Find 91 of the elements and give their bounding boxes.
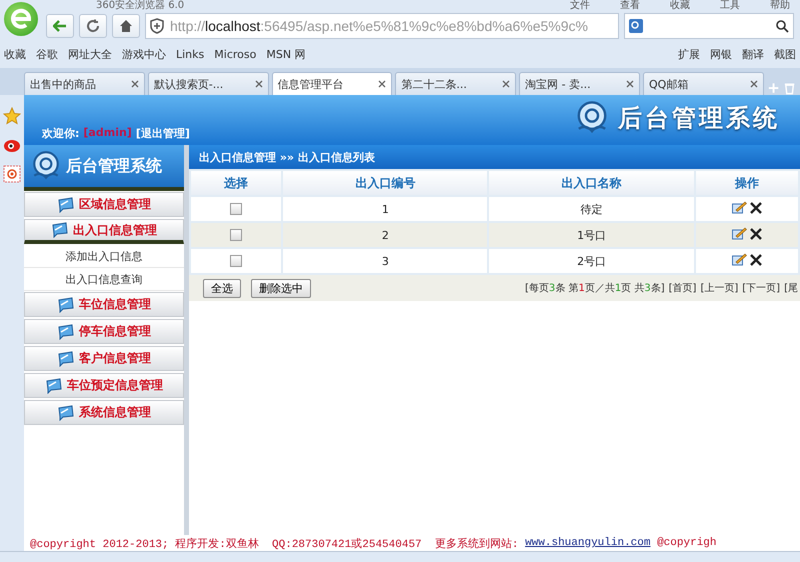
note-icon	[57, 404, 75, 420]
star-icon[interactable]	[3, 107, 21, 125]
search-field[interactable]	[624, 13, 794, 39]
username-label: [admin]	[83, 126, 132, 141]
bookmark-item[interactable]: 收藏	[4, 46, 26, 62]
menu-group-button[interactable]: 出入口信息管理	[24, 219, 184, 244]
bookmark-item[interactable]: MSN 网	[266, 46, 306, 62]
toolbar-item[interactable]: 截图	[774, 46, 796, 62]
home-button[interactable]	[112, 14, 140, 38]
toolbar-item[interactable]: 翻译	[742, 46, 764, 62]
table-cell: 2号口	[489, 249, 694, 273]
row-checkbox[interactable]	[230, 203, 242, 216]
toolbar-item[interactable]: 扩展	[678, 46, 700, 62]
pager-link[interactable]: [上一页]	[700, 281, 738, 295]
bookmark-item[interactable]: 游戏中心	[122, 46, 166, 62]
logout-link[interactable]: [退出管理]	[136, 126, 190, 141]
column-header: 出入口名称	[489, 171, 694, 195]
action-button[interactable]: 删除选中	[251, 278, 311, 298]
browser-tab[interactable]: 默认搜索页-...	[148, 72, 269, 95]
bookmark-item[interactable]: Microso	[214, 48, 256, 60]
note-icon	[51, 222, 69, 238]
back-arrow-icon	[53, 20, 67, 32]
address-field[interactable]: http://localhost:56495/asp.net%e5%81%9c%e8%bd%a6%e5%9c%	[145, 13, 619, 39]
note-icon	[57, 324, 75, 340]
delete-icon[interactable]	[750, 228, 762, 240]
browser-tab[interactable]: 信息管理平台	[272, 72, 392, 95]
menu-group-button[interactable]: 区域信息管理	[24, 192, 184, 217]
close-icon[interactable]	[502, 80, 510, 88]
menu-item[interactable]: 查看	[620, 0, 640, 12]
menu-item[interactable]: 收藏	[670, 0, 690, 12]
close-icon[interactable]	[130, 80, 139, 88]
note-icon	[57, 350, 75, 366]
table-cell: 3	[283, 249, 488, 273]
pager-link[interactable]: [下一页]	[742, 281, 780, 295]
row-checkbox[interactable]	[230, 255, 242, 268]
table-cell: 待定	[489, 197, 694, 221]
column-header: 选择	[191, 171, 282, 195]
pager-link[interactable]: [首页]	[668, 281, 696, 295]
column-header: 操作	[696, 171, 798, 195]
close-icon[interactable]	[254, 80, 263, 88]
submenu-item[interactable]: 添加出入口信息	[24, 245, 184, 268]
back-button[interactable]	[46, 14, 74, 38]
copyright-text: @copyright 2012-2013; 程序开发:双鱼林 QQ:287307421或254540457 更多系统到网站:	[30, 536, 520, 550]
pager-link[interactable]: [尾	[784, 281, 798, 295]
menu-group-button[interactable]: 客户信息管理	[24, 346, 184, 371]
pager-info: [每页3条 第1页／共1页 共3条]	[524, 282, 665, 295]
edit-icon[interactable]	[732, 227, 747, 240]
action-button[interactable]: 全选	[203, 278, 241, 298]
welcome-label: 欢迎你:	[42, 126, 80, 141]
submenu-item[interactable]: 出入口信息查询	[24, 268, 184, 291]
close-icon[interactable]	[378, 80, 386, 88]
sidebar-logo-text: 后台管理系统	[66, 156, 162, 176]
column-header: 出入口编号	[283, 171, 488, 195]
home-icon	[119, 19, 133, 33]
browser-tab[interactable]: QQ邮箱	[642, 72, 764, 95]
copyright-text: @copyrigh	[656, 537, 716, 549]
menu-item[interactable]: 工具	[720, 0, 740, 12]
refresh-button[interactable]	[79, 14, 107, 38]
menu-group-button[interactable]: 车位信息管理	[24, 292, 184, 317]
bookmark-item[interactable]: 谷歌	[36, 46, 58, 62]
table-cell: 1	[283, 197, 488, 221]
shield-icon	[150, 18, 164, 34]
table-cell: 1号口	[489, 223, 694, 247]
delete-icon[interactable]	[750, 202, 762, 214]
edit-icon[interactable]	[732, 201, 747, 214]
note-icon	[45, 378, 63, 394]
browser-logo-icon	[4, 2, 38, 36]
note-icon	[57, 196, 75, 212]
row-checkbox[interactable]	[230, 229, 242, 242]
close-icon[interactable]	[750, 80, 758, 88]
website-link[interactable]: www.shuangyulin.com	[525, 537, 650, 549]
menu-group-button[interactable]: 车位预定信息管理	[24, 373, 184, 398]
table-cell: 2	[283, 223, 488, 247]
refresh-icon	[86, 19, 100, 33]
mascot-logo-icon	[30, 150, 62, 182]
breadcrumb: 出入口信息管理 »» 出入口信息列表	[189, 145, 800, 169]
browser-tab[interactable]: 第二十二条...	[395, 72, 516, 95]
browser-tab[interactable]: 淘宝网 - 卖...	[519, 72, 640, 95]
browser-tab[interactable]: 出售中的商品	[24, 72, 145, 95]
delete-icon[interactable]	[750, 254, 762, 266]
toolbar-item[interactable]: 网银	[710, 46, 732, 62]
eye-icon[interactable]	[3, 137, 21, 153]
close-icon[interactable]	[626, 80, 634, 88]
note-icon	[57, 296, 75, 312]
edit-icon[interactable]	[732, 253, 747, 266]
bookmark-item[interactable]: 网址大全	[68, 46, 112, 62]
menu-group-button[interactable]: 停车信息管理	[24, 319, 184, 344]
system-logo-text: 后台管理系统	[618, 103, 780, 134]
bookmark-item[interactable]: Links	[176, 48, 204, 60]
menu-item[interactable]: 帮助	[770, 0, 790, 12]
menu-group-button[interactable]: 系统信息管理	[24, 400, 184, 425]
